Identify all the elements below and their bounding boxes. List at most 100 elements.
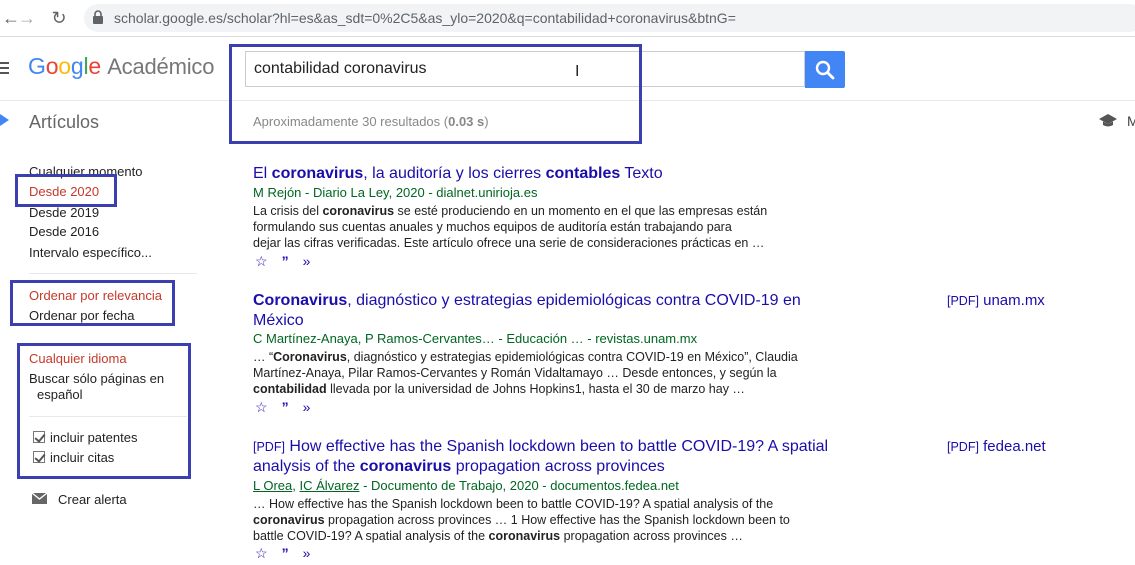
text-segment: , la auditoría y los cierres [363, 165, 546, 182]
highlighted-term: contables [545, 165, 621, 182]
text-segment: México [253, 312, 304, 329]
logo-letter: o [45, 53, 59, 79]
result-title-line2[interactable]: México [253, 311, 304, 331]
result-snippet: … “Coronavirus, diagnóstico y estrategia… [253, 349, 798, 397]
text-segment: propagation across provinces [451, 458, 665, 475]
result-title-line1[interactable]: Coronavirus, diagnóstico y estrategias e… [253, 291, 801, 311]
logo-letter: g [70, 53, 84, 79]
scholar-logo[interactable]: Google Académico [28, 53, 214, 80]
section-title[interactable]: Artículos [29, 112, 99, 133]
graduation-cap-icon[interactable] [1099, 113, 1117, 129]
create-alert[interactable]: Crear alerta [58, 492, 127, 507]
meta-separator: , [292, 478, 300, 493]
text-segment: La crisis del [253, 204, 323, 218]
result-title-line1[interactable]: [PDF] How effective has the Spanish lock… [253, 437, 828, 457]
text-segment: propagation across provinces … [560, 529, 743, 543]
filter-since-2019[interactable]: Desde 2019 [29, 205, 99, 220]
highlighted-term: coronavirus [271, 165, 364, 182]
text-segment: El [253, 165, 272, 182]
snippet-line: contabilidad llevada por la universidad … [253, 381, 798, 397]
snippet-line: La crisis del coronavirus se esté produc… [253, 203, 767, 219]
snippet-line: Martínez-Anaya, Pilar Ramos-Cervantes y … [253, 365, 798, 381]
sidebar-divider [29, 273, 197, 274]
highlight-box-sort [10, 280, 175, 326]
pdf-link[interactable]: [PDF] fedea.net [947, 438, 1046, 455]
pdf-tag: [PDF] [947, 440, 979, 454]
result-meta: M Rejón - Diario La Ley, 2020 - dialnet.… [253, 185, 538, 200]
text-segment: analysis of the [253, 458, 360, 475]
text-segment: Martínez-Anaya, Pilar Ramos-Cervantes y … [253, 366, 777, 380]
snippet-line: battle COVID-19? A spatial analysis of t… [253, 528, 790, 544]
highlighted-term: coronavirus [322, 204, 395, 218]
highlighted-term: Coronavirus [253, 292, 348, 309]
text-segment: formulando sus cuentas anuales y muchos … [253, 220, 732, 234]
snippet-line: … “Coronavirus, diagnóstico y estrategia… [253, 349, 798, 365]
text-segment: , diagnóstico y estrategias epidemiológi… [346, 350, 798, 364]
search-button[interactable] [805, 51, 845, 88]
menu-icon[interactable] [0, 62, 9, 77]
highlighted-term: coronavirus [359, 458, 452, 475]
snippet-line: dejar las cifras verificadas. Este artíc… [253, 235, 767, 251]
highlight-box-date [15, 174, 117, 207]
pdf-link[interactable]: [PDF] unam.mx [947, 292, 1045, 309]
highlight-box-language [17, 343, 191, 479]
author-link[interactable]: L Orea [253, 478, 292, 493]
result-meta: C Martínez-Anaya, P Ramos-Cervantes… - E… [253, 331, 698, 346]
text-segment: battle COVID-19? A spatial analysis of t… [253, 529, 489, 543]
result-snippet: … How effective has the Spanish lockdown… [253, 496, 790, 544]
filter-since-2016[interactable]: Desde 2016 [29, 224, 99, 239]
result-meta: L Orea, IC Álvarez - Documento de Trabaj… [253, 478, 679, 493]
pdf-tag: [PDF] [253, 440, 285, 454]
pdf-tag: [PDF] [947, 294, 979, 308]
result-actions: ☆ ” » [255, 545, 324, 562]
pdf-domain: unam.mx [983, 292, 1045, 309]
lock-icon [93, 10, 103, 24]
snippet-line: … How effective has the Spanish lockdown… [253, 496, 790, 512]
logo-suffix: Académico [107, 54, 215, 79]
sidebar-marker-icon [0, 114, 9, 126]
pdf-domain: fedea.net [983, 438, 1046, 455]
result-title[interactable]: El coronavirus, la auditoría y los cierr… [253, 164, 663, 184]
highlighted-term: Coronavirus [273, 350, 347, 364]
double-chevron-icon[interactable]: » [303, 399, 311, 415]
text-segment: … How effective has the Spanish lockdown… [253, 497, 774, 511]
result-title-line2[interactable]: analysis of the coronavirus propagation … [253, 457, 665, 477]
quote-icon[interactable]: ” [282, 545, 289, 561]
highlighted-term: coronavirus [488, 529, 561, 543]
logo-letter: G [28, 53, 46, 79]
quote-icon[interactable]: ” [282, 253, 289, 269]
star-icon[interactable]: ☆ [255, 545, 268, 561]
highlight-box-search [229, 44, 642, 144]
author-link[interactable]: IC Álvarez [300, 478, 360, 493]
result-actions: ☆ ” » [255, 253, 324, 270]
text-segment: Texto [620, 165, 663, 182]
text-segment: propagation across provinces … 1 How eff… [324, 513, 790, 527]
address-url[interactable]: scholar.google.es/scholar?hl=es&as_sdt=0… [114, 10, 736, 26]
envelope-icon[interactable] [32, 493, 47, 504]
snippet-line: coronavirus propagation across provinces… [253, 512, 790, 528]
highlighted-term: coronavirus [253, 513, 325, 527]
text-segment: , diagnóstico y estrategias epidemiológi… [347, 292, 801, 309]
result-snippet: La crisis del coronavirus se esté produc… [253, 203, 767, 251]
filter-custom-range[interactable]: Intervalo específico... [29, 245, 152, 260]
reload-icon[interactable]: ↻ [48, 7, 70, 29]
result-actions: ☆ ” » [255, 399, 324, 416]
forward-arrow-icon[interactable]: → [16, 7, 38, 29]
double-chevron-icon[interactable]: » [303, 253, 311, 269]
logo-letter: o [58, 53, 71, 79]
meta-source: - Documento de Trabajo, 2020 - documento… [359, 478, 679, 493]
logo-letter: e [88, 53, 101, 79]
quote-icon[interactable]: ” [282, 399, 289, 415]
text-segment: … “ [253, 350, 274, 364]
text-segment: llevada por la universidad de Johns Hopk… [326, 382, 745, 396]
double-chevron-icon[interactable]: » [303, 545, 311, 561]
google-wordmark: Google [28, 53, 107, 79]
highlighted-term: contabilidad [253, 382, 327, 396]
text-segment: se esté produciendo en un momento en el … [394, 204, 768, 218]
header-right-text: M [1127, 113, 1135, 129]
text-segment: dejar las cifras verificadas. Este artíc… [253, 236, 765, 250]
star-icon[interactable]: ☆ [255, 399, 268, 415]
star-icon[interactable]: ☆ [255, 253, 268, 269]
snippet-line: formulando sus cuentas anuales y muchos … [253, 219, 767, 235]
text-segment: How effective has the Spanish lockdown b… [289, 438, 829, 455]
